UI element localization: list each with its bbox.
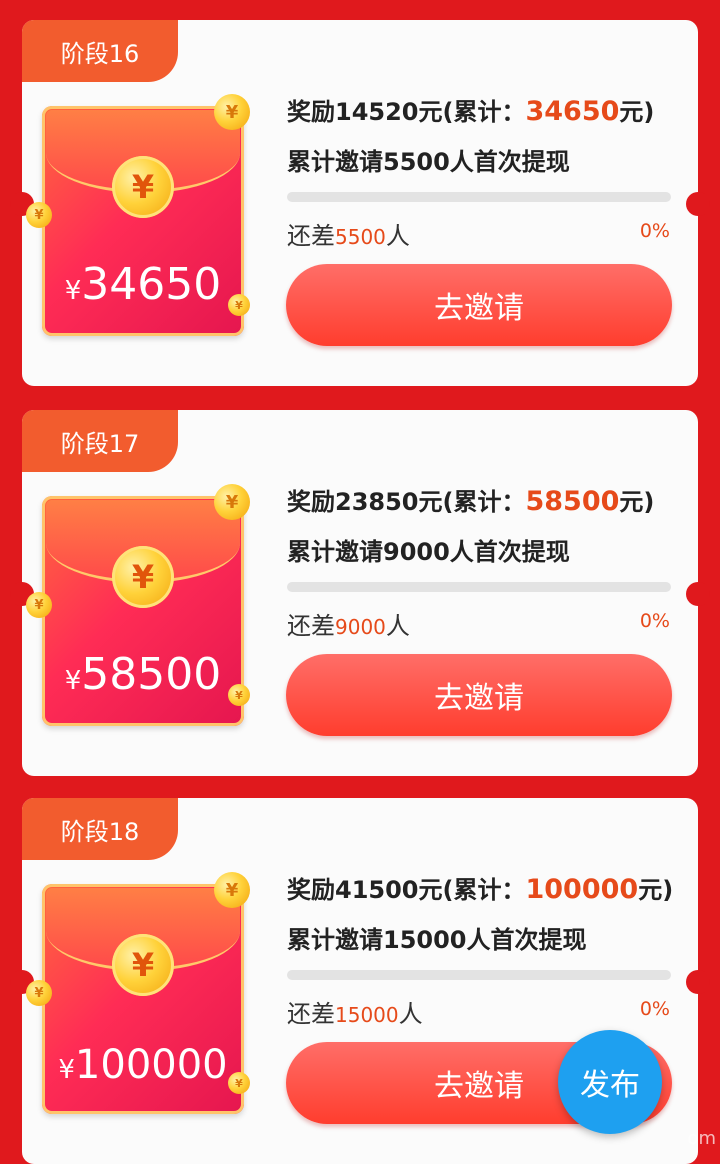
- currency-symbol: ¥: [58, 1055, 75, 1085]
- envelope-amount: ¥100000: [42, 1042, 244, 1088]
- reward-text: 奖励23850元(累计：: [287, 488, 526, 516]
- stage-card: 阶段16 ¥ ¥ ¥ ¥ ¥34650 奖励14520元(累计：34650元) …: [10, 20, 710, 386]
- remaining-text: 还差5500人: [287, 216, 410, 251]
- yen-coin-icon: ¥: [214, 484, 250, 520]
- reward-text: 奖励14520元(累计：: [287, 98, 526, 126]
- amount-value: 58500: [81, 649, 222, 700]
- card-notch: [686, 970, 710, 994]
- progress-percent: 0%: [639, 610, 670, 632]
- progress-percent: 0%: [639, 998, 670, 1020]
- envelope-amount: ¥58500: [42, 649, 244, 700]
- remaining-prefix: 还差: [287, 612, 335, 640]
- progress-bar: [287, 192, 671, 202]
- invite-button[interactable]: 去邀请: [286, 264, 672, 346]
- remaining-text: 还差15000人: [287, 994, 423, 1029]
- cumulative-amount: 58500: [525, 486, 620, 517]
- reward-line: 奖励23850元(累计：58500元): [287, 482, 654, 517]
- remaining-prefix: 还差: [287, 222, 335, 250]
- reward-text: 奖励41500元(累计：: [287, 876, 526, 904]
- red-envelope: ¥ ¥ ¥ ¥ ¥34650: [26, 94, 250, 336]
- remaining-prefix: 还差: [287, 1000, 335, 1028]
- amount-value: 100000: [74, 1042, 228, 1088]
- remaining-count: 5500: [335, 225, 386, 249]
- stage-label: 阶段16: [22, 20, 178, 82]
- stage-label: 阶段18: [22, 798, 178, 860]
- yen-coin-icon: ¥: [26, 980, 52, 1006]
- reward-line: 奖励41500元(累计：100000元): [287, 870, 673, 905]
- card-notch: [686, 582, 710, 606]
- yen-coin-icon: ¥: [112, 156, 174, 218]
- remaining-text: 还差9000人: [287, 606, 410, 641]
- progress-bar: [287, 970, 671, 980]
- red-envelope: ¥ ¥ ¥ ¥ ¥58500: [26, 484, 250, 726]
- progress-bar: [287, 582, 671, 592]
- cumulative-amount: 34650: [525, 96, 620, 127]
- yen-coin-icon: ¥: [214, 94, 250, 130]
- red-envelope: ¥ ¥ ¥ ¥ ¥100000: [26, 872, 250, 1114]
- yen-coin-icon: ¥: [26, 202, 52, 228]
- remaining-suffix: 人: [385, 612, 410, 640]
- progress-percent: 0%: [639, 220, 670, 242]
- stage-card: 阶段17 ¥ ¥ ¥ ¥ ¥58500 奖励23850元(累计：58500元) …: [10, 410, 710, 776]
- reward-line: 奖励14520元(累计：34650元): [287, 92, 654, 127]
- reward-suffix: 元): [619, 98, 655, 126]
- invite-condition: 累计邀请15000人首次提现: [287, 926, 587, 954]
- publish-button[interactable]: 发布: [558, 1030, 662, 1134]
- cumulative-amount: 100000: [525, 874, 639, 905]
- invite-button[interactable]: 去邀请: [286, 654, 672, 736]
- yen-coin-icon: ¥: [112, 546, 174, 608]
- yen-coin-icon: ¥: [26, 592, 52, 618]
- card-notch: [686, 192, 710, 216]
- yen-coin-icon: ¥: [112, 934, 174, 996]
- remaining-count: 15000: [335, 1003, 399, 1027]
- stage-label: 阶段17: [22, 410, 178, 472]
- yen-coin-icon: ¥: [214, 872, 250, 908]
- envelope-amount: ¥34650: [42, 259, 244, 310]
- amount-value: 34650: [81, 259, 222, 310]
- remaining-suffix: 人: [385, 222, 410, 250]
- reward-suffix: 元): [619, 488, 655, 516]
- currency-symbol: ¥: [64, 276, 82, 306]
- reward-suffix: 元): [638, 876, 674, 904]
- remaining-count: 9000: [335, 615, 386, 639]
- remaining-suffix: 人: [398, 1000, 423, 1028]
- invite-condition: 累计邀请9000人首次提现: [287, 538, 570, 566]
- currency-symbol: ¥: [64, 666, 82, 696]
- watermark: om: [687, 1128, 716, 1149]
- invite-condition: 累计邀请5500人首次提现: [287, 148, 570, 176]
